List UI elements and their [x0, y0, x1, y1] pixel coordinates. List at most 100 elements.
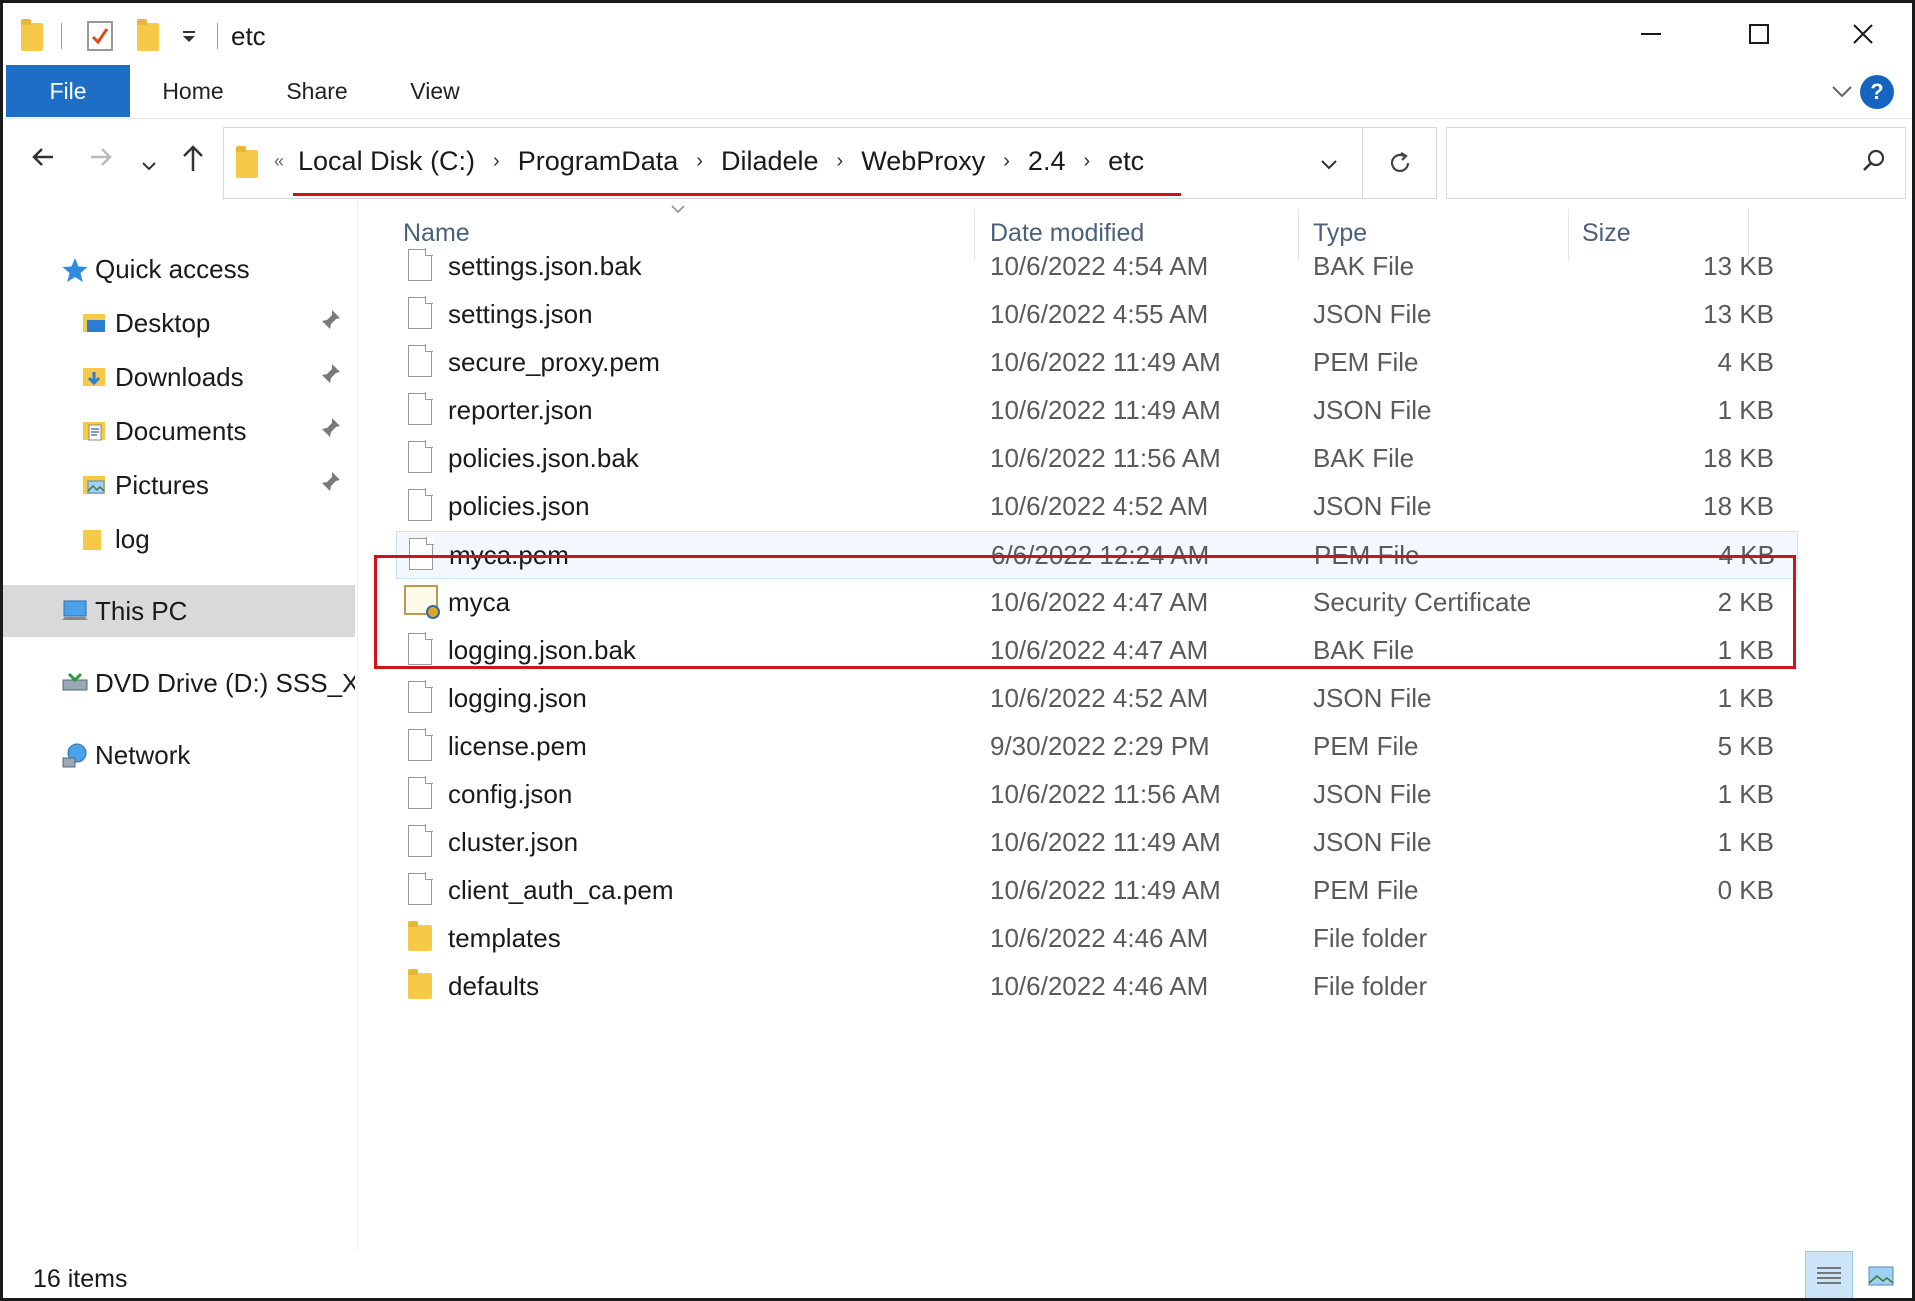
computer-icon: [61, 598, 88, 624]
file-icon: [408, 680, 433, 713]
recent-locations-button[interactable]: [141, 149, 157, 181]
status-bar: 16 items: [3, 1251, 1912, 1298]
file-icon: [408, 248, 433, 281]
file-row[interactable]: client_auth_ca.pem 10/6/2022 11:49 AM PEM …: [396, 867, 1798, 915]
forward-button[interactable]: [87, 143, 115, 178]
new-folder-icon[interactable]: [137, 19, 159, 51]
file-row[interactable]: license.pem 9/30/2022 2:29 PM PEM File 5 KB: [396, 723, 1798, 771]
crumb-separator[interactable]: ›: [696, 150, 703, 173]
nav-quick-access[interactable]: Quick access: [3, 243, 355, 295]
pin-icon[interactable]: [321, 417, 341, 445]
nav-log[interactable]: log: [3, 513, 355, 565]
file-row[interactable]: defaults 10/6/2022 4:46 AM File folder: [396, 963, 1798, 1011]
file-type: File folder: [1313, 971, 1428, 1001]
file-date-modified: 10/6/2022 11:56 AM: [990, 443, 1221, 473]
dvd-drive-icon: [61, 670, 88, 696]
crumb-version[interactable]: 2.4: [1028, 146, 1066, 177]
file-row[interactable]: secure_proxy.pem 10/6/2022 11:49 AM PEM Fi…: [396, 339, 1798, 387]
file-row[interactable]: settings.json.bak 10/6/2022 4:54 AM BAK Fi…: [396, 243, 1798, 291]
navigation-pane: Quick access Desktop Downloads Documents…: [3, 201, 358, 1251]
tab-view[interactable]: View: [385, 65, 485, 117]
large-icons-view-button[interactable]: [1857, 1251, 1905, 1298]
file-row[interactable]: policies.json.bak 10/6/2022 11:56 AM BAK F…: [396, 435, 1798, 483]
customize-toolbar-icon[interactable]: [181, 29, 197, 50]
chevron-down-icon: [142, 162, 156, 171]
pin-icon[interactable]: [321, 363, 341, 391]
pin-icon[interactable]: [321, 309, 341, 337]
refresh-button[interactable]: [1363, 127, 1437, 199]
pin-icon[interactable]: [321, 471, 341, 499]
nav-network[interactable]: Network: [3, 729, 355, 781]
file-date-modified: 10/6/2022 11:49 AM: [990, 395, 1221, 425]
nav-log-label: log: [115, 523, 150, 554]
crumb-separator[interactable]: ›: [837, 150, 844, 173]
file-icon: [408, 296, 433, 329]
tab-home[interactable]: Home: [143, 65, 243, 117]
highlight-annotation: [374, 555, 1796, 669]
nav-desktop[interactable]: Desktop: [3, 297, 355, 349]
file-row[interactable]: logging.json 10/6/2022 4:52 AM JSON File 1 …: [396, 675, 1798, 723]
file-size: 18 KB: [1703, 443, 1774, 473]
file-type: JSON File: [1313, 299, 1432, 329]
nav-documents-label: Documents: [115, 415, 247, 446]
file-explorer-window: etc File Home Share View ? « Local Disk …: [0, 0, 1915, 1301]
maximize-button[interactable]: [1707, 3, 1811, 65]
file-row[interactable]: settings.json 10/6/2022 4:55 AM JSON File 1…: [396, 291, 1798, 339]
file-type: PEM File: [1313, 875, 1419, 905]
title-bar: etc: [3, 3, 1912, 69]
details-view-button[interactable]: [1805, 1251, 1853, 1298]
search-input[interactable]: [1457, 142, 1847, 182]
nav-documents[interactable]: Documents: [3, 405, 355, 457]
file-date-modified: 10/6/2022 4:46 AM: [990, 923, 1209, 953]
nav-pictures-label: Pictures: [115, 469, 209, 500]
file-type: BAK File: [1313, 443, 1415, 473]
file-name: defaults: [448, 971, 540, 1001]
close-button[interactable]: [1811, 3, 1912, 65]
tab-file[interactable]: File: [6, 65, 130, 117]
help-button[interactable]: ?: [1860, 75, 1894, 109]
file-row[interactable]: config.json 10/6/2022 11:56 AM JSON File 1 …: [396, 771, 1798, 819]
search-icon: [1861, 148, 1887, 179]
nav-downloads[interactable]: Downloads: [3, 351, 355, 403]
file-size: 4 KB: [1717, 347, 1774, 377]
file-name: secure_proxy.pem: [448, 347, 660, 377]
file-row[interactable]: policies.json 10/6/2022 4:52 AM JSON File 1…: [396, 483, 1798, 531]
file-row[interactable]: reporter.json 10/6/2022 11:49 AM JSON File…: [396, 387, 1798, 435]
tab-share[interactable]: Share: [267, 65, 367, 117]
address-history-button[interactable]: [1304, 138, 1354, 190]
ribbon: File Home Share View ?: [3, 65, 1912, 119]
downloads-folder-icon: [81, 364, 107, 390]
crumb-local-disk[interactable]: Local Disk (C:): [298, 146, 475, 177]
file-size: 1 KB: [1717, 779, 1774, 809]
crumb-separator[interactable]: ›: [1003, 150, 1010, 173]
file-type: JSON File: [1313, 683, 1432, 713]
divider: [217, 23, 218, 49]
nav-this-pc[interactable]: This PC: [3, 585, 355, 637]
file-date-modified: 10/6/2022 4:55 AM: [990, 299, 1209, 329]
back-button[interactable]: [29, 143, 57, 178]
crumb-separator[interactable]: ›: [493, 150, 500, 173]
crumb-separator[interactable]: ›: [1083, 150, 1090, 173]
expand-ribbon-icon[interactable]: [1830, 79, 1854, 103]
breadcrumb-overflow[interactable]: «: [274, 151, 284, 172]
crumb-programdata[interactable]: ProgramData: [518, 146, 679, 177]
nav-dvd-drive[interactable]: DVD Drive (D:) SSS_X6: [3, 657, 355, 709]
properties-icon[interactable]: [87, 21, 113, 51]
address-bar[interactable]: « Local Disk (C:) › ProgramData › Dilade…: [223, 127, 1363, 199]
file-row[interactable]: templates 10/6/2022 4:46 AM File folder: [396, 915, 1798, 963]
minimize-button[interactable]: [1599, 3, 1703, 65]
search-box[interactable]: [1446, 127, 1906, 199]
crumb-diladele[interactable]: Diladele: [721, 146, 819, 177]
file-name: policies.json.bak: [448, 443, 639, 473]
file-type: JSON File: [1313, 779, 1432, 809]
nav-pictures[interactable]: Pictures: [3, 459, 355, 511]
item-count: 16 items: [33, 1265, 128, 1293]
file-row[interactable]: cluster.json 10/6/2022 11:49 AM JSON File 1…: [396, 819, 1798, 867]
crumb-webproxy[interactable]: WebProxy: [861, 146, 985, 177]
crumb-etc[interactable]: etc: [1108, 146, 1144, 177]
up-button[interactable]: [179, 143, 207, 180]
file-date-modified: 10/6/2022 11:49 AM: [990, 347, 1221, 377]
file-name: settings.json.bak: [448, 251, 642, 281]
chevron-down-icon: [1321, 160, 1337, 170]
navigation-bar: « Local Disk (C:) › ProgramData › Dilade…: [3, 121, 1912, 201]
